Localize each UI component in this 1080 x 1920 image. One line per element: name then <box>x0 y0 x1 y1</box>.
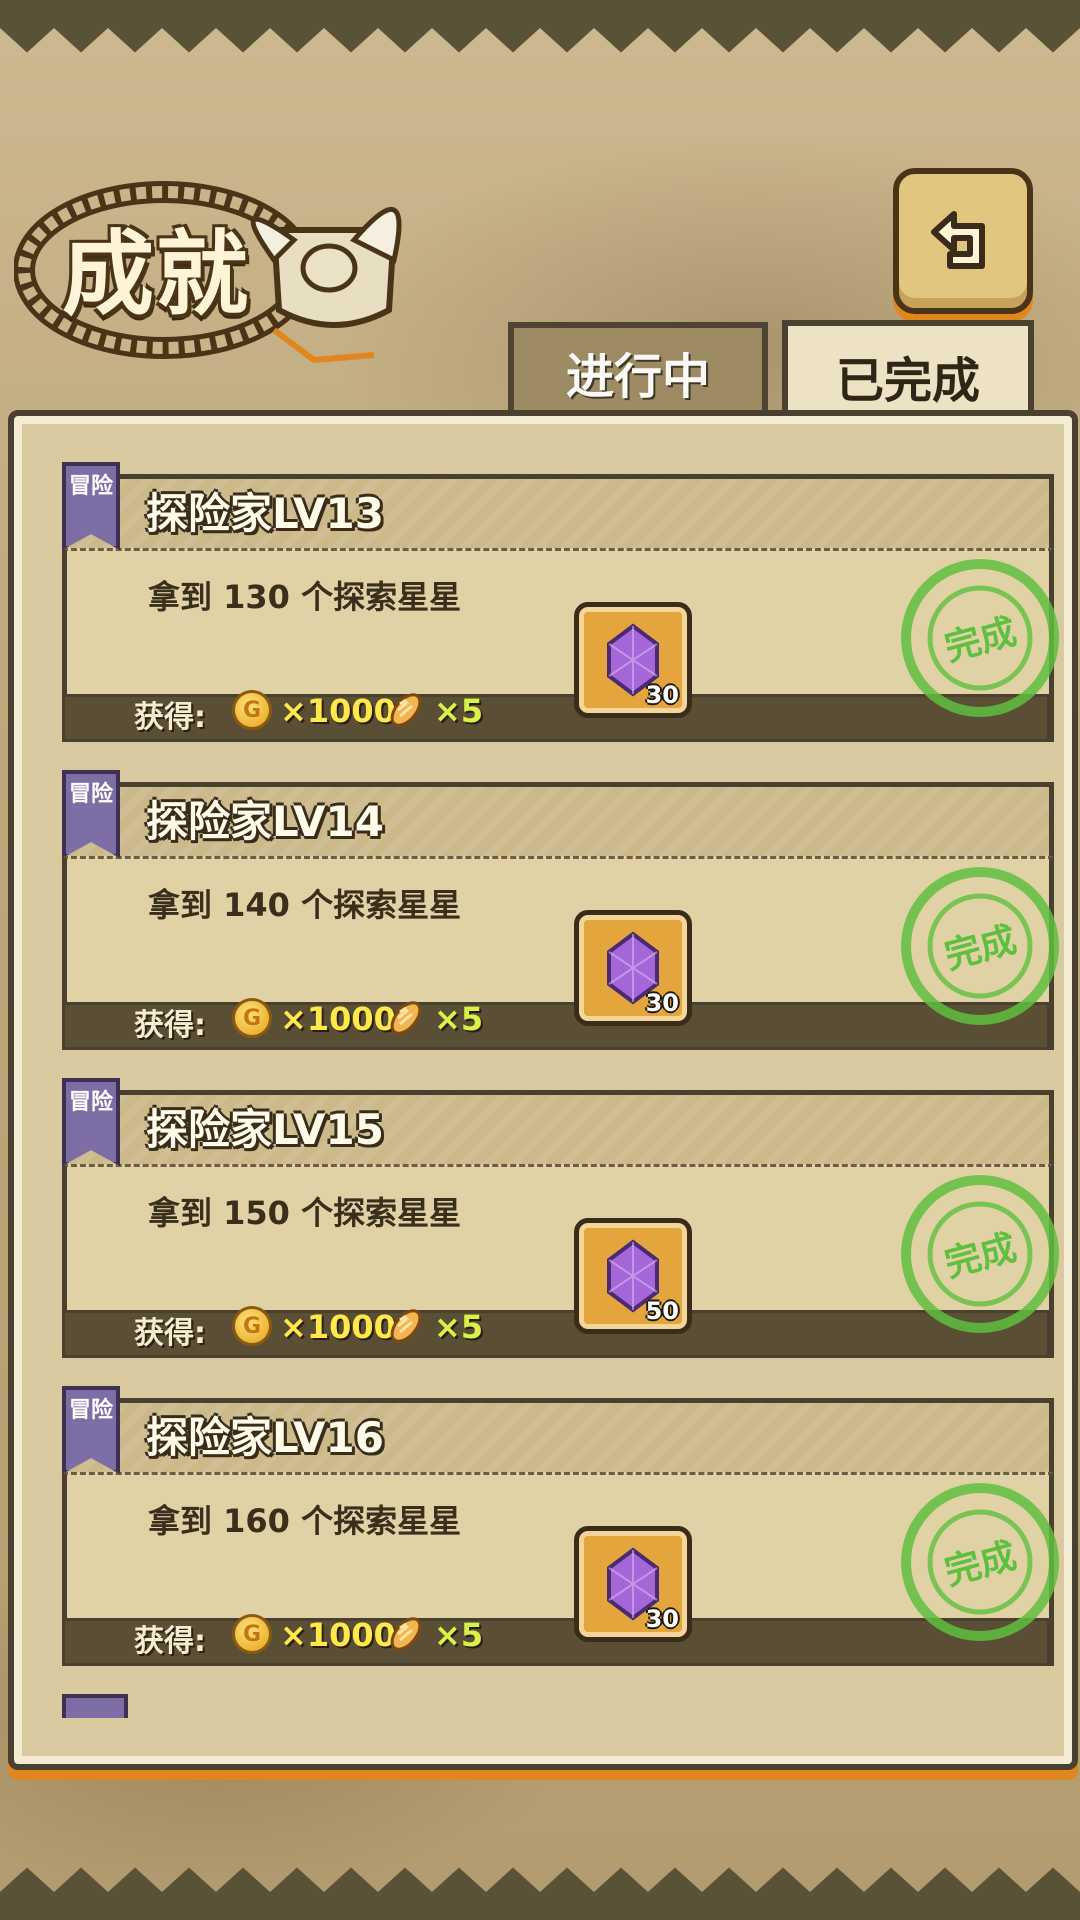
gold-coin-icon: G <box>232 1306 272 1346</box>
bread-reward: ×5 <box>434 1000 484 1038</box>
achievement-list[interactable]: 冒险 探险家LV13 拿到 130 个探索星星 获得: G ×1000 ×5 3… <box>14 416 1072 1764</box>
gem-reward-box: 50 <box>574 1218 692 1334</box>
rewards-label: 获得: <box>134 1316 206 1351</box>
back-arrow-icon <box>931 211 985 269</box>
category-label: 冒险 <box>69 1090 114 1115</box>
bread-reward: ×5 <box>434 692 484 730</box>
category-label: 冒险 <box>69 474 114 499</box>
achievement-title: 探险家LV13 <box>146 489 384 538</box>
bread-icon <box>390 1309 422 1343</box>
gem-reward-box: 30 <box>574 910 692 1026</box>
achievement-desc: 拿到 130 个探索星星 <box>148 578 462 616</box>
bread-icon <box>390 1001 422 1035</box>
svg-text:完成: 完成 <box>941 611 1021 669</box>
bread-reward: ×5 <box>434 1616 484 1654</box>
achievement-title: 探险家LV15 <box>146 1105 384 1154</box>
svg-text:完成: 完成 <box>941 1535 1021 1593</box>
gem-quantity: 50 <box>645 1297 679 1325</box>
achievement-title: 探险家LV16 <box>146 1413 384 1462</box>
bread-icon <box>390 693 422 727</box>
achievement-card: 冒险 探险家LV15 拿到 150 个探索星星 获得: G ×1000 ×5 5… <box>54 1078 1059 1358</box>
page-title: 成就 <box>62 220 251 328</box>
achievement-panel: 冒险 探险家LV13 拿到 130 个探索星星 获得: G ×1000 ×5 3… <box>8 410 1078 1770</box>
category-label: 冒险 <box>69 1398 114 1423</box>
tab-in-progress[interactable]: 进行中 <box>508 322 768 416</box>
category-label: 冒险 <box>69 782 114 807</box>
bread-reward: ×5 <box>434 1308 484 1346</box>
gem-reward-box: 30 <box>574 602 692 718</box>
complete-stamp-icon: 完成 <box>901 867 1059 1025</box>
coin-reward: ×1000 <box>280 1000 396 1038</box>
rewards-label: 获得: <box>134 1624 206 1659</box>
achievement-card: 冒险 探险家LV16 拿到 160 个探索星星 获得: G ×1000 ×5 3… <box>54 1386 1059 1666</box>
coin-reward: ×1000 <box>280 1616 396 1654</box>
complete-stamp-icon: 完成 <box>901 1175 1059 1333</box>
achievement-desc: 拿到 150 个探索星星 <box>148 1194 462 1232</box>
gem-quantity: 30 <box>645 1605 679 1633</box>
achievement-card: 冒险 探险家LV14 拿到 140 个探索星星 获得: G ×1000 ×5 3… <box>54 770 1059 1050</box>
complete-stamp-icon: 完成 <box>901 1483 1059 1641</box>
bread-icon <box>390 1617 422 1651</box>
svg-text:完成: 完成 <box>941 1227 1021 1285</box>
achievement-title: 探险家LV14 <box>146 797 384 846</box>
svg-text:完成: 完成 <box>941 919 1021 977</box>
rewards-label: 获得: <box>134 1008 206 1043</box>
gold-coin-icon: G <box>232 998 272 1038</box>
next-card-peek <box>62 1694 128 1718</box>
coin-reward: ×1000 <box>280 692 396 730</box>
gold-coin-icon: G <box>232 690 272 730</box>
achievement-desc: 拿到 140 个探索星星 <box>148 886 462 924</box>
gold-coin-icon: G <box>232 1614 272 1654</box>
gem-quantity: 30 <box>645 989 679 1017</box>
gem-quantity: 30 <box>645 681 679 709</box>
coin-reward: ×1000 <box>280 1308 396 1346</box>
achievement-card: 冒险 探险家LV13 拿到 130 个探索星星 获得: G ×1000 ×5 3… <box>54 462 1059 742</box>
gem-reward-box: 30 <box>574 1526 692 1642</box>
back-button[interactable] <box>893 168 1033 314</box>
achievement-desc: 拿到 160 个探索星星 <box>148 1502 462 1540</box>
rewards-label: 获得: <box>134 700 206 735</box>
complete-stamp-icon: 完成 <box>901 559 1059 717</box>
